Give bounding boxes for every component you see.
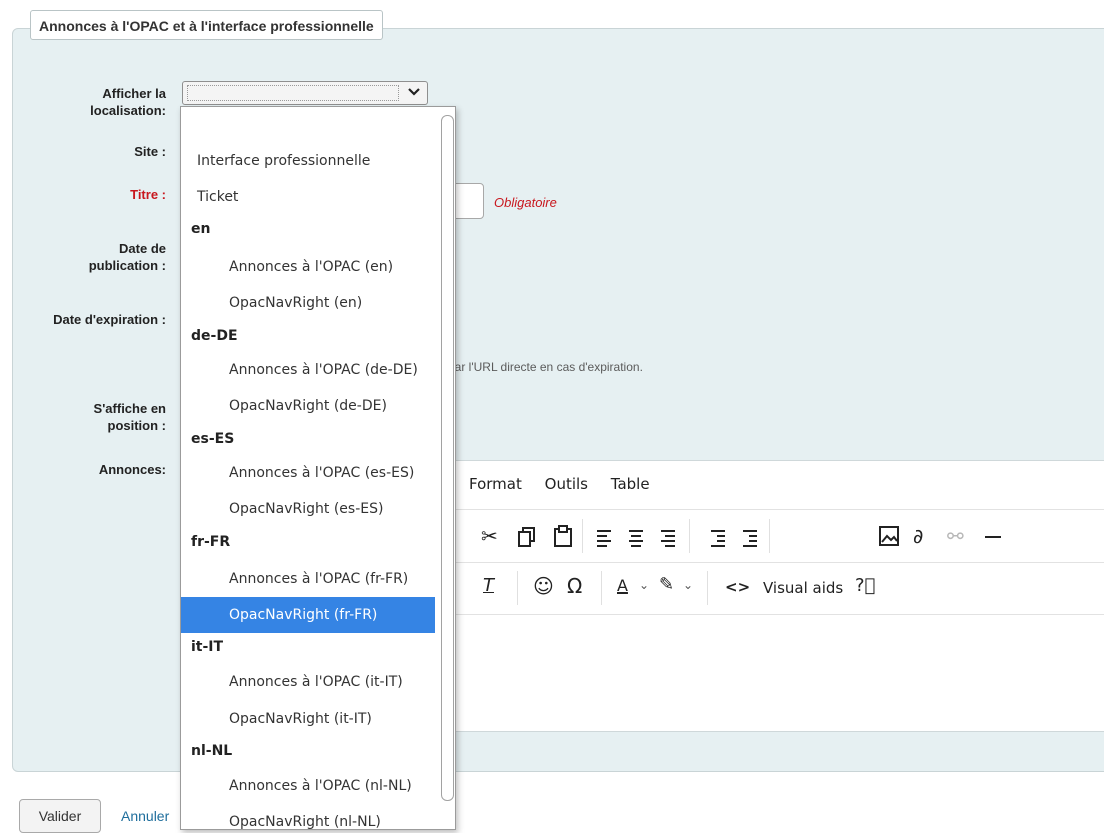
chevron-down-icon: [408, 88, 420, 96]
site-label: Site :: [134, 144, 166, 159]
dropdown-option[interactable]: Interface professionnelle: [181, 143, 435, 179]
text-color-icon[interactable]: A: [617, 576, 628, 595]
dropdown-group-label: fr-FR: [191, 534, 231, 550]
paste-icon[interactable]: [553, 525, 573, 547]
dropdown-scrollbar[interactable]: [441, 115, 454, 801]
menu-table[interactable]: Table: [611, 475, 650, 493]
cancel-link[interactable]: Annuler: [121, 808, 169, 824]
image-icon[interactable]: [879, 526, 899, 546]
copy-icon[interactable]: [518, 527, 536, 547]
editor-menubar: Format Outils Table: [469, 475, 668, 493]
help-icon[interactable]: ?⃝: [855, 575, 875, 596]
dropdown-option[interactable]: OpacNavRight (en): [181, 285, 435, 321]
link-icon[interactable]: ∂: [913, 524, 923, 548]
dropdown-option[interactable]: Annonces à l'OPAC (nl-NL): [181, 768, 435, 804]
clear-formatting-icon[interactable]: T: [483, 575, 494, 596]
dropdown-option[interactable]: OpacNavRight (de-DE): [181, 388, 435, 424]
dropdown-group-label: es-ES: [191, 431, 235, 447]
toolbar-separator: [601, 571, 602, 605]
unlink-icon: ⚯: [947, 524, 964, 548]
horizontal-line-icon[interactable]: [985, 536, 1001, 538]
source-code-icon[interactable]: <>: [725, 578, 750, 596]
chevron-down-icon[interactable]: ⌄: [683, 578, 693, 592]
dropdown-group-label: it-IT: [191, 639, 224, 655]
location-dropdown-list[interactable]: Interface professionnelle Ticket en Anno…: [180, 106, 456, 830]
expiration-date-label: Date d'expiration :: [53, 312, 166, 327]
toolbar-divider: [449, 509, 1104, 510]
menu-format[interactable]: Format: [469, 475, 522, 493]
dropdown-option[interactable]: OpacNavRight (es-ES): [181, 491, 435, 527]
toolbar-separator: [582, 519, 583, 553]
position-label: S'affiche en position :: [93, 401, 166, 433]
special-character-icon[interactable]: Ω: [567, 574, 582, 598]
dropdown-option[interactable]: Annonces à l'OPAC (it-IT): [181, 664, 435, 700]
emoji-icon[interactable]: ☺: [533, 574, 554, 598]
fieldset-legend: Annonces à l'OPAC et à l'interface profe…: [30, 10, 383, 40]
dropdown-option[interactable]: Ticket: [181, 179, 435, 215]
expiration-hint: par l'URL directe en cas d'expiration.: [448, 360, 643, 374]
highlight-color-icon[interactable]: ✎: [659, 574, 674, 595]
toolbar-separator: [769, 519, 770, 553]
submit-button[interactable]: Valider: [19, 799, 101, 833]
dropdown-option[interactable]: Annonces à l'OPAC (es-ES): [181, 455, 435, 491]
toolbar-separator: [707, 571, 708, 605]
menu-tools[interactable]: Outils: [545, 475, 588, 493]
toolbar-separator: [517, 571, 518, 605]
editor-content-area[interactable]: [449, 615, 1104, 731]
content-label: Annonces:: [98, 462, 166, 477]
publication-date-label: Date de publication :: [88, 241, 166, 273]
dropdown-option[interactable]: Annonces à l'OPAC (en): [181, 249, 435, 285]
select-focus-ring: [187, 85, 399, 101]
dropdown-option[interactable]: Annonces à l'OPAC (de-DE): [181, 352, 435, 388]
rich-text-editor[interactable]: Format Outils Table ✂ ∂ ⚯ T ☺ Ω A ⌄ ✎ ⌄ …: [448, 460, 1104, 732]
dropdown-option[interactable]: OpacNavRight (it-IT): [181, 701, 435, 737]
chevron-down-icon[interactable]: ⌄: [639, 578, 649, 592]
toolbar-separator: [689, 519, 690, 553]
location-select[interactable]: [182, 81, 428, 105]
dropdown-option[interactable]: OpacNavRight (nl-NL): [181, 804, 435, 829]
location-label: Afficher la localisation:: [90, 86, 166, 118]
cut-icon[interactable]: ✂: [481, 524, 498, 548]
dropdown-option-highlighted[interactable]: OpacNavRight (fr-FR): [181, 597, 435, 633]
toolbar-divider: [449, 562, 1104, 563]
required-note: Obligatoire: [494, 195, 557, 210]
dropdown-group-label: de-DE: [191, 328, 238, 344]
dropdown-option[interactable]: Annonces à l'OPAC (fr-FR): [181, 561, 435, 597]
title-label: Titre :: [130, 187, 166, 202]
dropdown-group-label: nl-NL: [191, 743, 233, 759]
visual-aids-button[interactable]: Visual aids: [763, 579, 843, 597]
dropdown-group-label: en: [191, 221, 211, 237]
